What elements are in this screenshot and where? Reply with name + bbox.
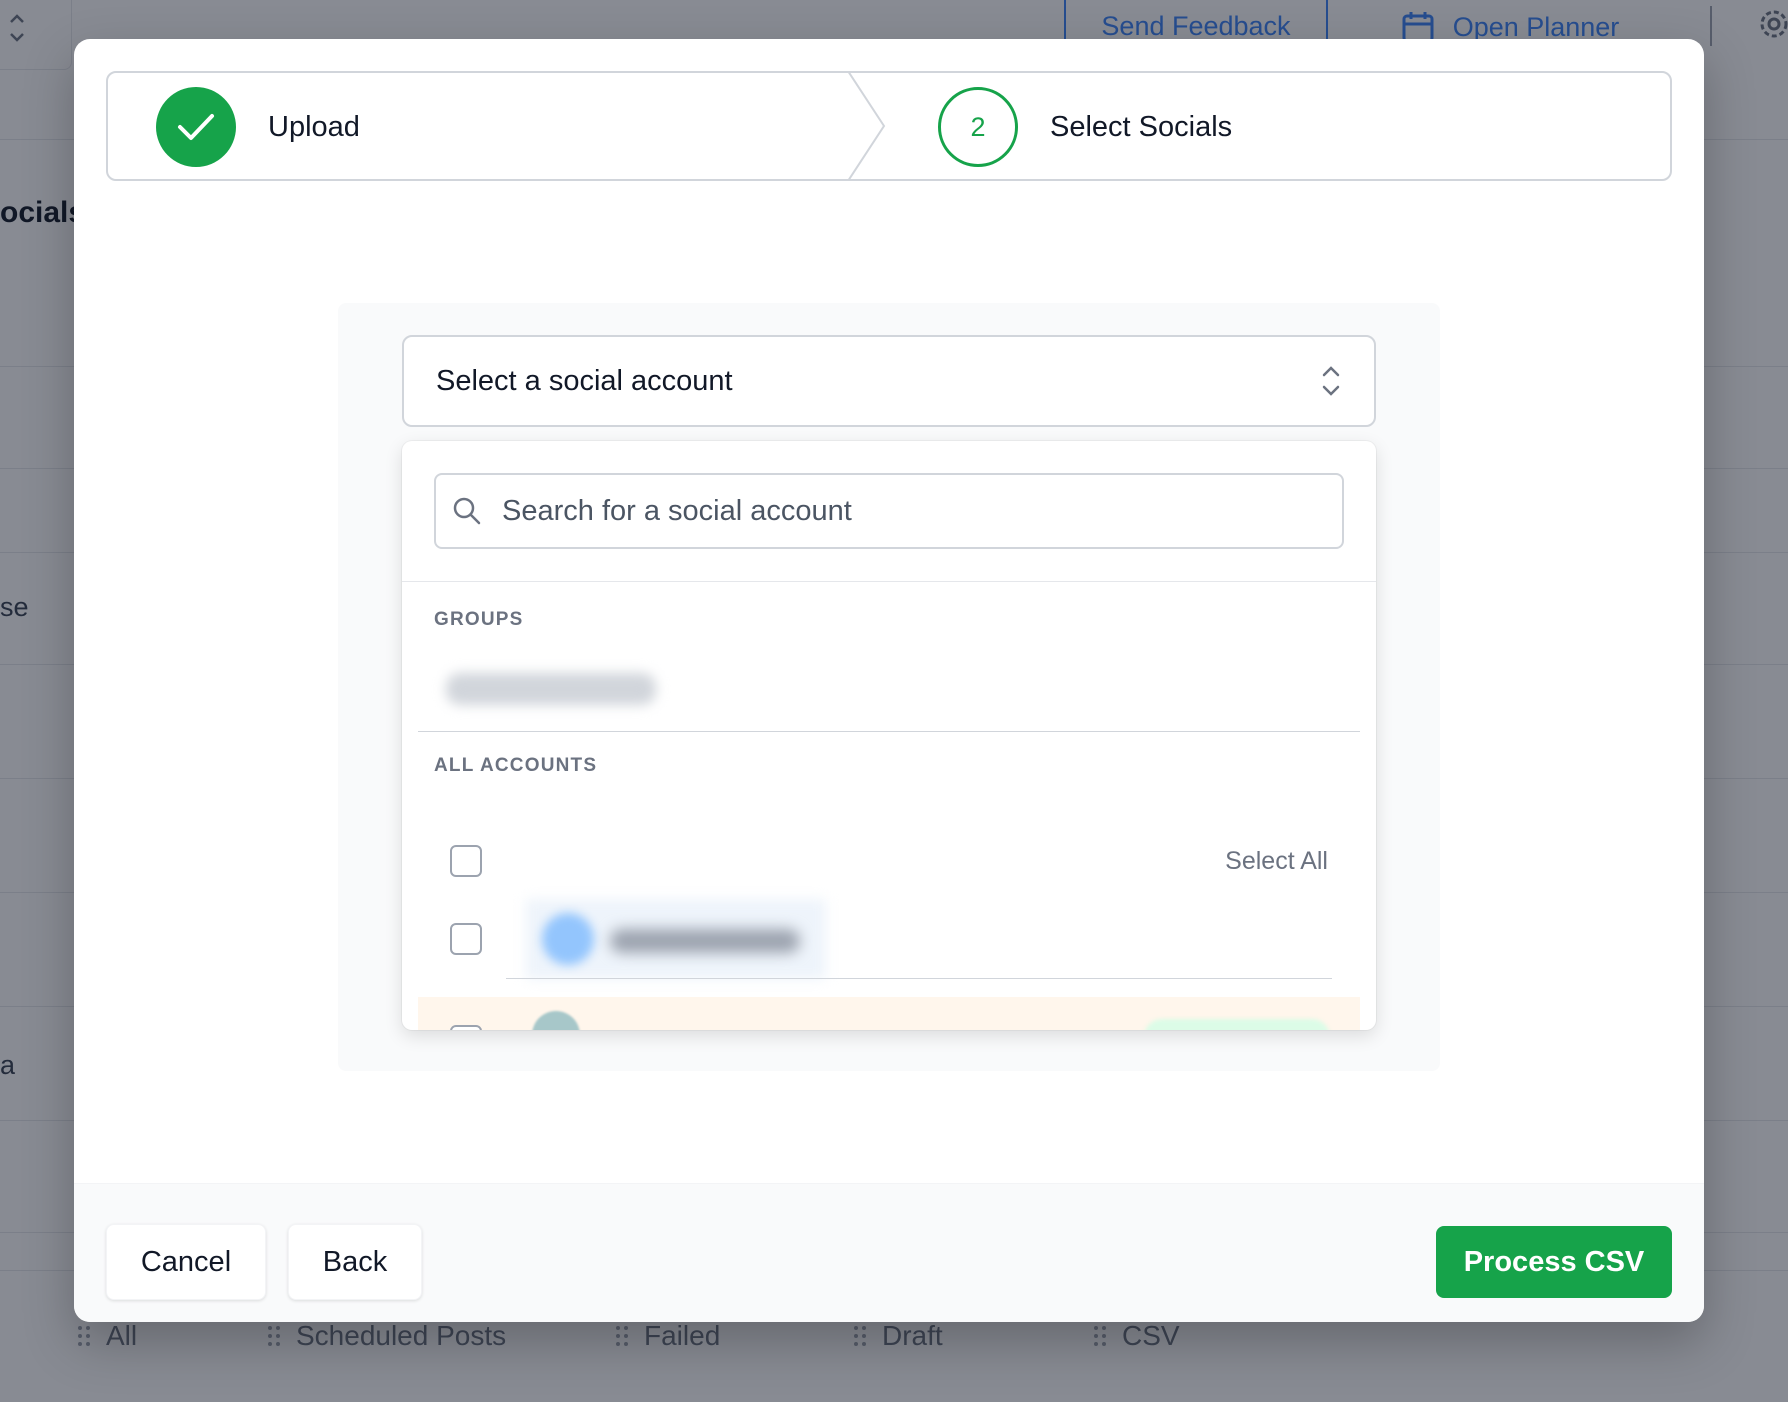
account-checkbox[interactable] [450, 923, 482, 955]
divider [506, 978, 1332, 979]
step-number: 2 [970, 111, 986, 142]
csv-import-modal: Upload 2 Select Socials Select a social … [74, 39, 1704, 1322]
stepper: Upload 2 Select Socials [106, 71, 1672, 181]
chevron-up-down-icon [1322, 366, 1340, 396]
select-value: Select a social account [436, 364, 733, 397]
account-row[interactable] [506, 899, 1332, 979]
groups-heading: GROUPS [434, 609, 524, 630]
process-csv-button[interactable]: Process CSV [1436, 1226, 1672, 1298]
cancel-button[interactable]: Cancel [106, 1224, 266, 1300]
social-account-dropdown: GROUPS ALL ACCOUNTS Select All [402, 441, 1376, 1030]
select-all-label[interactable]: Select All [1225, 847, 1328, 876]
step-upload: Upload [156, 87, 360, 167]
social-account-select[interactable]: Select a social account [402, 335, 1376, 427]
status-badge [1144, 1019, 1330, 1030]
account-checkbox[interactable] [450, 1025, 482, 1030]
step-complete-badge [156, 87, 236, 167]
avatar [532, 1011, 580, 1030]
group-item-redacted[interactable] [446, 673, 656, 705]
divider [402, 581, 1376, 582]
select-socials-panel: Select a social account GROUPS ALL ACCOU… [338, 303, 1440, 1071]
search-icon [453, 497, 481, 525]
search-field[interactable] [434, 473, 1344, 549]
modal-footer: Cancel Back Process CSV [74, 1183, 1704, 1322]
step-separator-chevron [848, 71, 886, 181]
back-button[interactable]: Back [288, 1224, 422, 1300]
step-label: Upload [268, 110, 360, 143]
select-all-checkbox[interactable] [450, 845, 482, 877]
account-name-redacted [610, 929, 800, 953]
divider [418, 731, 1360, 732]
step-select-socials: 2 Select Socials [938, 87, 1232, 167]
step-label: Select Socials [1050, 110, 1233, 143]
search-input[interactable] [502, 494, 1342, 528]
check-icon [178, 114, 214, 140]
step-number-badge: 2 [938, 87, 1018, 167]
avatar [542, 913, 594, 965]
account-row[interactable] [418, 997, 1360, 1030]
all-accounts-heading: ALL ACCOUNTS [434, 755, 598, 776]
